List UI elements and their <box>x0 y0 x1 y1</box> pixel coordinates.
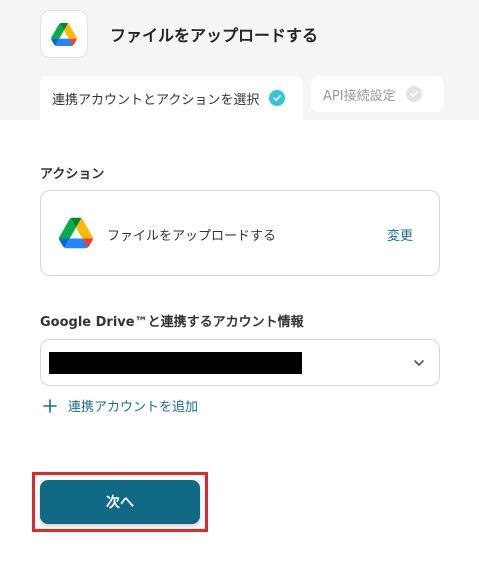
change-action-link[interactable]: 変更 <box>387 225 413 244</box>
action-card: ファイルをアップロードする 変更 <box>40 190 440 276</box>
plus-icon <box>43 398 57 413</box>
add-account-link[interactable]: 連携アカウントを追加 <box>42 396 198 415</box>
account-selected-value-redacted <box>49 352 302 374</box>
tab-label: 連携アカウントとアクションを選択 <box>52 92 260 108</box>
next-button[interactable]: 次へ <box>40 480 200 524</box>
action-name: ファイルをアップロードする <box>107 229 277 244</box>
tab-select-account-action[interactable]: 連携アカウントとアクションを選択 <box>40 76 303 120</box>
google-drive-icon <box>59 217 93 249</box>
google-drive-icon <box>51 22 77 46</box>
app-icon-container <box>40 10 88 58</box>
account-select[interactable] <box>40 339 440 386</box>
account-section-label: Google Drive™と連携するアカウント情報 <box>40 315 304 330</box>
tab-api-settings[interactable]: API接続設定 <box>311 76 444 112</box>
tab-label: API接続設定 <box>323 88 396 104</box>
check-circle-icon <box>405 86 422 102</box>
page-title: ファイルをアップロードする <box>110 26 319 45</box>
action-section-label: アクション <box>40 167 105 182</box>
check-circle-icon <box>269 90 286 106</box>
chevron-down-icon <box>414 360 424 366</box>
add-account-label: 連携アカウントを追加 <box>68 400 199 415</box>
